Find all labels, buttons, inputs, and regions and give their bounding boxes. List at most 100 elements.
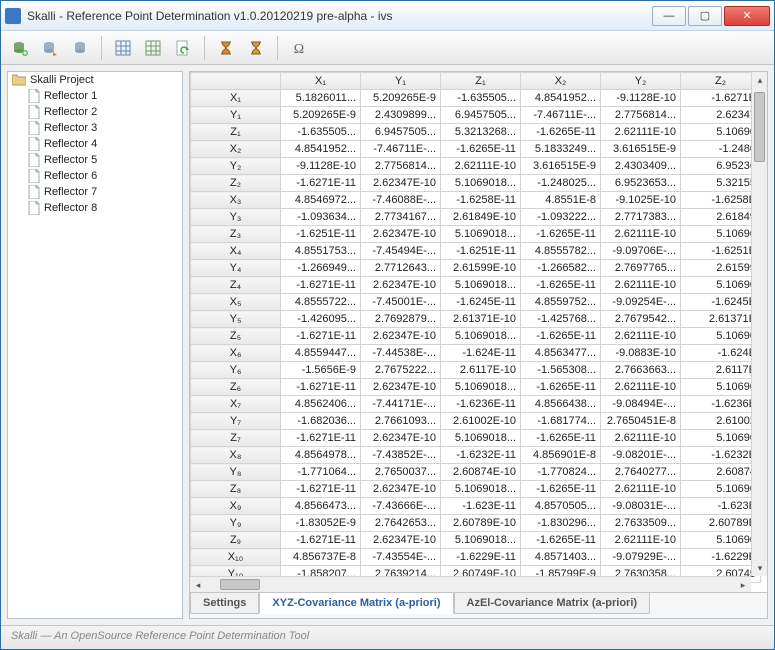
matrix-cell[interactable]: 2.62347E-10 (361, 481, 441, 498)
vertical-scroll-thumb[interactable] (754, 92, 765, 162)
matrix-col-header[interactable]: Z₂ (681, 73, 761, 90)
matrix-cell[interactable]: 2.7642653... (361, 515, 441, 532)
project-tree[interactable]: Skalli Project Reflector 1Reflector 2Ref… (7, 71, 183, 619)
matrix-cell[interactable]: 2.62111E-10 (441, 158, 521, 175)
matrix-cell[interactable]: -1.624E (681, 345, 761, 362)
matrix-cell[interactable]: -1.425768... (521, 311, 601, 328)
matrix-cell[interactable]: 2.61849E-10 (441, 209, 521, 226)
matrix-row-header[interactable]: X₂ (191, 141, 281, 158)
matrix-cell[interactable]: 5.10690 (681, 430, 761, 447)
matrix-row-header[interactable]: Y₈ (191, 464, 281, 481)
matrix-cell[interactable]: 2.4309899... (361, 107, 441, 124)
matrix-cell[interactable]: 2.7640277... (601, 464, 681, 481)
matrix-cell[interactable]: 2.7675222... (361, 362, 441, 379)
matrix-col-header[interactable]: X₁ (281, 73, 361, 90)
matrix-cell[interactable]: -1.6271E-11 (281, 481, 361, 498)
matrix-row-header[interactable]: Y₄ (191, 260, 281, 277)
matrix-cell[interactable]: -7.43852E-... (361, 447, 441, 464)
matrix-cell[interactable]: -7.46711E-... (521, 107, 601, 124)
matrix-row-header[interactable]: X₆ (191, 345, 281, 362)
tree-item-reflector[interactable]: Reflector 6 (8, 168, 182, 184)
matrix-cell[interactable]: -1.426095... (281, 311, 361, 328)
matrix-cell[interactable]: 6.9523653... (601, 175, 681, 192)
matrix-row-header[interactable]: Y₉ (191, 515, 281, 532)
matrix-cell[interactable]: 5.10690 (681, 124, 761, 141)
matrix-cell[interactable]: -1.635505... (281, 124, 361, 141)
matrix-row-header[interactable]: Y₂ (191, 158, 281, 175)
matrix-cell[interactable]: 2.62111E-10 (601, 430, 681, 447)
tree-item-reflector[interactable]: Reflector 4 (8, 136, 182, 152)
matrix-cell[interactable]: -1.6251E-11 (281, 226, 361, 243)
matrix-cell[interactable]: 2.60789E (681, 515, 761, 532)
matrix-row-header[interactable]: X₈ (191, 447, 281, 464)
matrix-cell[interactable]: 5.32155 (681, 175, 761, 192)
close-button[interactable]: ✕ (724, 6, 770, 26)
matrix-cell[interactable]: 2.62111E-10 (601, 124, 681, 141)
matrix-col-header[interactable]: Z₁ (441, 73, 521, 90)
matrix-cell[interactable]: 2.60874E-10 (441, 464, 521, 481)
matrix-cell[interactable]: -1.6258E (681, 192, 761, 209)
matrix-row-header[interactable]: X₉ (191, 498, 281, 515)
matrix-cell[interactable]: -1.6271E-11 (281, 379, 361, 396)
matrix-cell[interactable]: 2.7650451E-8 (601, 413, 681, 430)
matrix-row-header[interactable]: X₅ (191, 294, 281, 311)
matrix-cell[interactable]: 4.8551753... (281, 243, 361, 260)
matrix-cell[interactable]: 5.1069018... (441, 379, 521, 396)
matrix-cell[interactable]: -1.623E (681, 498, 761, 515)
matrix-cell[interactable]: -1.093222... (521, 209, 601, 226)
matrix-cell[interactable]: 5.1069018... (441, 328, 521, 345)
matrix-cell[interactable]: -1.6229E (681, 549, 761, 566)
matrix-cell[interactable]: 5.1069018... (441, 277, 521, 294)
matrix-cell[interactable]: 3.616515E-9 (521, 158, 601, 175)
matrix-cell[interactable]: -1.6265E-11 (521, 328, 601, 345)
matrix-cell[interactable]: 5.10690 (681, 328, 761, 345)
matrix-cell[interactable]: 5.209265E-9 (361, 90, 441, 107)
matrix-cell[interactable]: 2.62111E-10 (601, 328, 681, 345)
matrix-cell[interactable]: 4.8566438... (521, 396, 601, 413)
matrix-cell[interactable]: 4.8551E-8 (521, 192, 601, 209)
matrix-col-header[interactable]: Y₂ (601, 73, 681, 90)
scroll-up-arrow[interactable]: ▴ (752, 72, 767, 88)
tab-xyz-covariance[interactable]: XYZ-Covariance Matrix (a-priori) (259, 593, 453, 614)
matrix-cell[interactable]: -1.6271E (681, 90, 761, 107)
vertical-scrollbar[interactable]: ▴ ▾ (751, 72, 767, 576)
matrix-cell[interactable]: 4.8564978... (281, 447, 361, 464)
scroll-right-arrow[interactable]: ▸ (735, 577, 751, 592)
matrix-cell[interactable]: 2.7661093... (361, 413, 441, 430)
toolbar-db-button[interactable] (67, 35, 93, 61)
matrix-row-header[interactable]: Y₇ (191, 413, 281, 430)
matrix-cell[interactable]: 4.8571403... (521, 549, 601, 566)
matrix-cell[interactable]: 4.8570505... (521, 498, 601, 515)
matrix-cell[interactable]: -1.6265E-11 (521, 226, 601, 243)
tree-item-reflector[interactable]: Reflector 2 (8, 104, 182, 120)
matrix-cell[interactable]: -9.07929E-... (601, 549, 681, 566)
matrix-cell[interactable]: -9.1025E-10 (601, 192, 681, 209)
matrix-cell[interactable]: -1.682036... (281, 413, 361, 430)
matrix-cell[interactable]: 2.62347E-10 (361, 226, 441, 243)
matrix-row-header[interactable]: X₁₀ (191, 549, 281, 566)
matrix-cell[interactable]: 2.7650037... (361, 464, 441, 481)
matrix-cell[interactable]: 4.8541952... (521, 90, 601, 107)
scroll-down-arrow[interactable]: ▾ (752, 560, 767, 576)
matrix-cell[interactable]: -1.6265E-11 (521, 481, 601, 498)
matrix-cell[interactable]: -1.6236E (681, 396, 761, 413)
matrix-cell[interactable]: 2.60874 (681, 464, 761, 481)
tab-azel-covariance[interactable]: AzEl-Covariance Matrix (a-priori) (454, 593, 651, 614)
matrix-cell[interactable]: 6.95236 (681, 158, 761, 175)
matrix-cell[interactable]: 2.7734167... (361, 209, 441, 226)
tab-settings[interactable]: Settings (190, 593, 259, 614)
tree-item-reflector[interactable]: Reflector 7 (8, 184, 182, 200)
matrix-cell[interactable]: -1.681774... (521, 413, 601, 430)
matrix-cell[interactable]: -1.6271E-11 (281, 277, 361, 294)
matrix-row-header[interactable]: X₁ (191, 90, 281, 107)
matrix-cell[interactable]: -1.2480 (681, 141, 761, 158)
matrix-cell[interactable]: -1.6258E-11 (441, 192, 521, 209)
matrix-cell[interactable]: 5.1069018... (441, 226, 521, 243)
matrix-cell[interactable]: -1.6251E (681, 243, 761, 260)
matrix-cell[interactable]: 2.62347E-10 (361, 430, 441, 447)
matrix-cell[interactable]: -9.08031E-... (601, 498, 681, 515)
matrix-cell[interactable]: 5.10690 (681, 277, 761, 294)
matrix-cell[interactable]: -7.44538E-... (361, 345, 441, 362)
matrix-table-wrap[interactable]: X₁Y₁Z₁X₂Y₂Z₂ X₁5.1826011...5.209265E-9-1… (190, 72, 767, 592)
matrix-row-header[interactable]: Z₂ (191, 175, 281, 192)
